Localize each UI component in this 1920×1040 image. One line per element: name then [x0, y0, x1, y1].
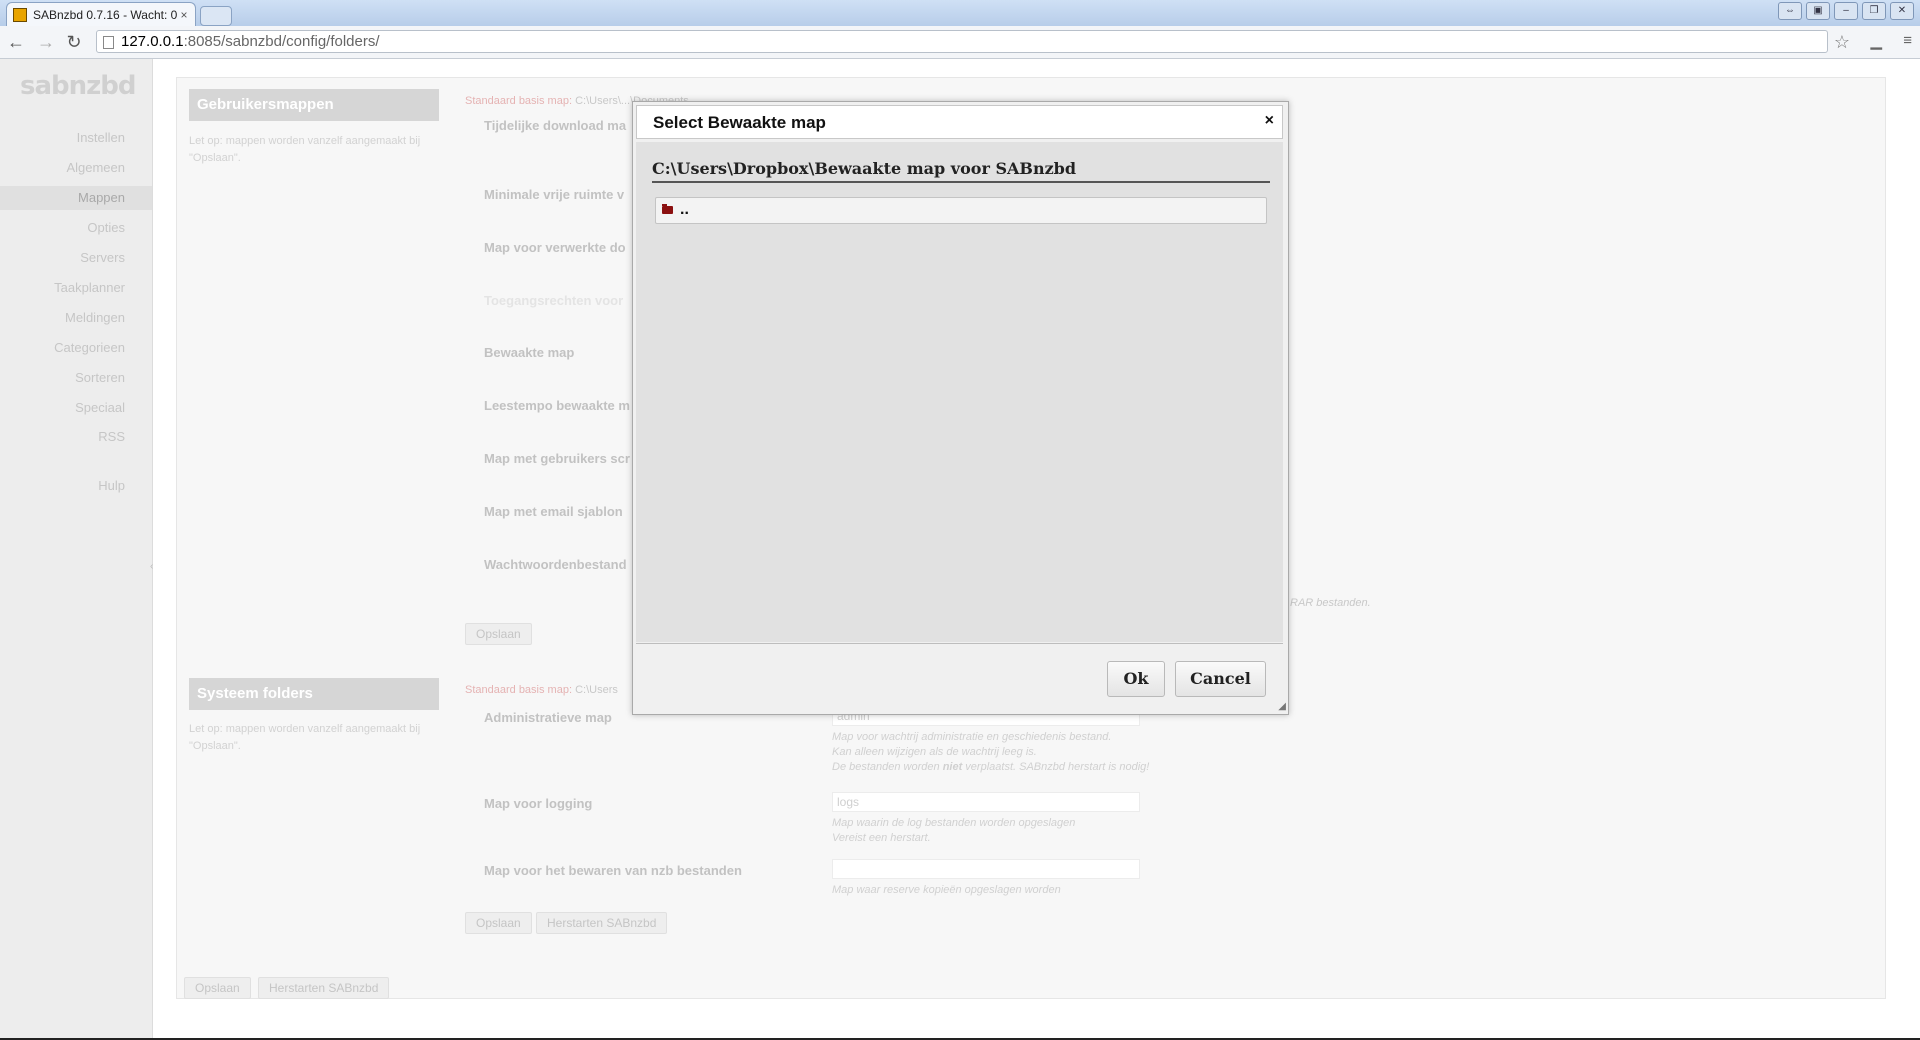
sidebar-item-rss[interactable]: RSS	[0, 425, 125, 449]
field-label-email-templates: Map met email sjablon	[484, 504, 623, 519]
section-note: Let op: mappen worden vanzelf aangemaakt…	[189, 723, 421, 752]
dialog-title: Select Bewaakte map	[653, 113, 826, 132]
folder-entry-parent[interactable]: ..	[655, 197, 1267, 224]
sidebar-item-categorieen[interactable]: Categorieen	[0, 336, 125, 360]
window-close-button[interactable]: ✕	[1890, 2, 1914, 20]
restart-button[interactable]: Herstarten SABnzbd	[536, 912, 668, 934]
window-tile-button[interactable]: ▣	[1806, 2, 1830, 20]
reload-icon[interactable]: ↻	[62, 30, 86, 54]
sidebar-item-speciaal[interactable]: Speciaal	[0, 396, 125, 420]
url-host: 127.0.0.1	[121, 33, 184, 50]
section-header: Systeem folders	[189, 678, 439, 710]
admin-desc-3b: niet	[942, 761, 963, 773]
sidebar: sabnzbd Instellen Algemeen Mappen Opties…	[0, 59, 153, 1040]
tab-close-icon[interactable]: ×	[177, 8, 191, 22]
field-label-temp-download: Tijdelijke download ma	[484, 118, 627, 133]
page-icon	[103, 36, 114, 49]
footer-restart-button[interactable]: Herstarten SABnzbd	[258, 977, 390, 999]
sidebar-item-taakplanner[interactable]: Taakplanner	[0, 276, 125, 300]
url-path: :8085/sabnzbd/config/folders/	[183, 33, 380, 50]
folder-entry-name: ..	[680, 201, 689, 218]
save-button[interactable]: Opslaan	[465, 623, 532, 645]
field-label-scan-speed: Leestempo bewaakte m	[484, 398, 630, 413]
current-path: C:\Users\Dropbox\Bewaakte map voor SABnz…	[652, 159, 1270, 183]
forward-arrow-icon[interactable]: →	[34, 30, 58, 54]
field-label-complete-folder: Map voor verwerkte do	[484, 240, 626, 255]
admin-folder-desc: Map voor wachtrij administratie en gesch…	[832, 730, 1149, 775]
admin-desc-3c: verplaatst. SABnzbd herstart is nodig!	[962, 761, 1150, 773]
cancel-button[interactable]: Cancel	[1175, 661, 1266, 697]
std-value: C:\Users	[575, 684, 618, 696]
dialog-close-icon[interactable]: ×	[1265, 112, 1274, 130]
dialog-footer: Ok Cancel	[636, 643, 1283, 712]
log-desc-line1: Map waarin de log bestanden worden opges…	[832, 817, 1076, 829]
admin-desc-line1: Map voor wachtrij administratie en gesch…	[832, 731, 1112, 743]
sidebar-item-algemeen[interactable]: Algemeen	[0, 156, 125, 180]
field-label-admin-folder: Administratieve map	[484, 710, 612, 725]
field-label-password-file: Wachtwoordenbestand	[484, 557, 627, 572]
system-folders-section: Systeem folders Let op: mappen worden va…	[189, 678, 1869, 938]
std-label: Standaard basis map:	[465, 95, 573, 107]
sidebar-item-opties[interactable]: Opties	[0, 216, 125, 240]
bookmark-star-icon[interactable]: ☆	[1834, 30, 1850, 54]
browser-toolbar: ← → ↻ 127.0.0.1:8085/sabnzbd/config/fold…	[0, 26, 1920, 59]
nzb-backup-input[interactable]	[832, 859, 1140, 879]
section-note: Let op: mappen worden vanzelf aangemaakt…	[189, 135, 421, 164]
section-header: Gebruikersmappen	[189, 89, 439, 121]
sidebar-item-hulp[interactable]: Hulp	[0, 474, 125, 498]
minimize-button[interactable]: –	[1834, 2, 1858, 20]
admin-desc-line2: Kan alleen wijzigen als de wachtrij leeg…	[832, 746, 1037, 758]
resize-grip-icon[interactable]: ◢	[1278, 701, 1286, 712]
save-button[interactable]: Opslaan	[465, 912, 532, 934]
admin-desc-3a: De bestanden worden	[832, 761, 943, 773]
browser-tab-strip: SABnzbd 0.7.16 - Wacht: 0 × ⇔ ▣ – ❐ ✕	[0, 0, 1920, 26]
sidebar-collapse-icon[interactable]: ‹	[150, 561, 153, 572]
log-desc-line2: Vereist een herstart.	[832, 832, 931, 844]
window-switch-button[interactable]: ⇔	[1778, 2, 1802, 20]
admin-desc-line3: De bestanden worden niet verplaatst. SAB…	[832, 760, 1149, 775]
std-label: Standaard basis map:	[465, 684, 573, 696]
dialog-titlebar[interactable]: Select Bewaakte map ×	[636, 105, 1283, 139]
sidebar-item-sorteren[interactable]: Sorteren	[0, 366, 125, 390]
sidebar-item-servers[interactable]: Servers	[0, 246, 125, 270]
folder-icon	[662, 204, 673, 214]
tab-title: SABnzbd 0.7.16 - Wacht: 0	[33, 7, 177, 22]
sidebar-item-instellen[interactable]: Instellen	[0, 126, 125, 150]
back-arrow-icon[interactable]: ←	[4, 30, 28, 54]
maximize-button[interactable]: ❐	[1862, 2, 1886, 20]
address-bar[interactable]: 127.0.0.1:8085/sabnzbd/config/folders/	[96, 30, 1828, 53]
dialog-body: C:\Users\Dropbox\Bewaakte map voor SABnz…	[636, 142, 1283, 642]
field-label-log-folder: Map voor logging	[484, 796, 593, 811]
sabnzbd-logo[interactable]: sabnzbd	[20, 71, 137, 107]
extension-icon[interactable]: ▁	[1870, 32, 1882, 50]
menu-icon[interactable]: ≡	[1903, 32, 1912, 49]
browser-tab[interactable]: SABnzbd 0.7.16 - Wacht: 0 ×	[6, 2, 196, 26]
ok-button[interactable]: Ok	[1107, 661, 1165, 697]
field-label-nzb-backup: Map voor het bewaren van nzb bestanden	[484, 863, 742, 878]
sidebar-item-mappen[interactable]: Mappen	[0, 186, 152, 210]
nzb-backup-desc: Map waar reserve kopieën opgeslagen word…	[832, 884, 1061, 896]
folder-select-dialog: Select Bewaakte map × C:\Users\Dropbox\B…	[632, 101, 1289, 715]
rar-note: RAR bestanden.	[1290, 597, 1371, 609]
window-controls: ⇔ ▣ – ❐ ✕	[1778, 2, 1914, 20]
new-tab-button[interactable]	[200, 6, 232, 26]
footer-save-button[interactable]: Opslaan	[184, 977, 251, 999]
field-label-permissions: Toegangsrechten voor	[484, 293, 624, 308]
log-folder-desc: Map waarin de log bestanden worden opges…	[832, 816, 1075, 846]
sidebar-item-meldingen[interactable]: Meldingen	[0, 306, 125, 330]
field-label-watched-folder: Bewaakte map	[484, 345, 575, 360]
sabnzbd-favicon-icon	[13, 7, 27, 22]
field-label-scripts-folder: Map met gebruikers scr	[484, 451, 630, 466]
log-folder-input[interactable]: logs	[832, 792, 1140, 812]
standard-base-folder: Standaard basis map: C:\Users	[465, 684, 618, 696]
field-label-min-free-space: Minimale vrije ruimte v	[484, 187, 625, 202]
